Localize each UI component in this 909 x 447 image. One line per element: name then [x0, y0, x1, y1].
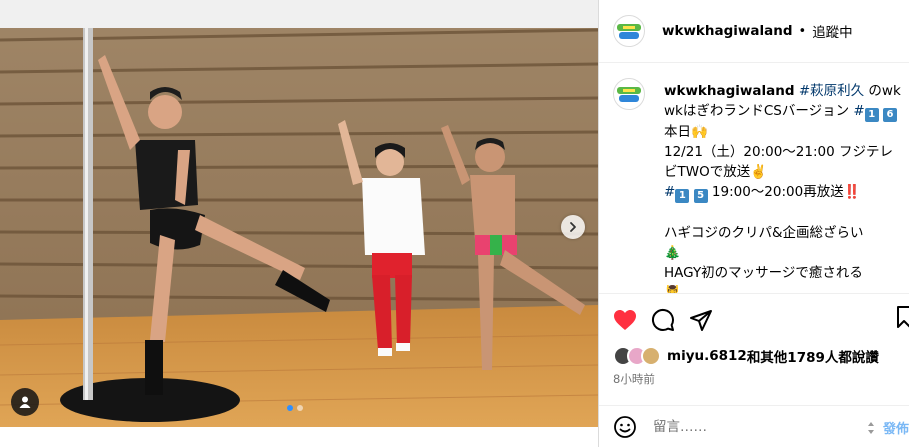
carousel-dot: [297, 405, 303, 411]
post-comment-control[interactable]: 發佈: [867, 418, 909, 437]
post-header: wkwkhagiwaland • 追蹤中: [599, 0, 909, 63]
emoji-icon: [614, 415, 636, 438]
avatar[interactable]: [613, 15, 645, 47]
follow-status[interactable]: 追蹤中: [812, 21, 853, 41]
avatar[interactable]: [613, 78, 645, 110]
caption-username[interactable]: wkwkhagiwaland: [664, 83, 795, 99]
caption-line: 💆‍♂️: [664, 285, 681, 294]
emoji-button[interactable]: [613, 415, 637, 439]
comment-input[interactable]: [653, 418, 853, 435]
bookmark-icon: [897, 306, 909, 328]
post-timestamp[interactable]: 8小時前: [613, 371, 655, 387]
keycap-icon: 6: [883, 108, 897, 122]
liker-username[interactable]: miyu.6812: [667, 348, 747, 364]
sort-arrows-icon: [868, 421, 874, 434]
post-actions: [613, 306, 909, 334]
hashtag-link[interactable]: #1 6: [853, 103, 897, 122]
account-logo-icon: [617, 24, 641, 39]
comment-button[interactable]: [651, 308, 675, 332]
post-photo: [0, 0, 598, 427]
like-button[interactable]: [613, 309, 637, 331]
caption-line: HAGY初のマッサージで癒される: [664, 265, 863, 281]
user-tag-icon: [19, 396, 31, 408]
heart-icon: [614, 310, 636, 330]
caption-text: wkwkhagiwaland #萩原利久 のwkwkはぎわランドCSバージョン …: [664, 81, 904, 294]
caption-line: 19:00～20:00再放送‼️: [707, 184, 861, 200]
header-username[interactable]: wkwkhagiwaland: [662, 23, 793, 39]
save-button[interactable]: [897, 306, 909, 328]
chevron-right-icon: [570, 222, 576, 232]
hash-symbol: #: [664, 184, 676, 200]
header-separator: •: [798, 23, 807, 39]
media-bottom-strip: [0, 427, 598, 447]
likes-count-text[interactable]: 和其他1789人都說讚: [747, 346, 879, 366]
carousel-next-button[interactable]: [561, 215, 585, 239]
carousel-indicator: [287, 405, 303, 411]
keycap-icon: 1: [675, 189, 690, 203]
caption-area: wkwkhagiwaland #萩原利久 のwkwkはぎわランドCSバージョン …: [599, 64, 909, 294]
caption-line: 🎄: [664, 245, 681, 261]
post-media[interactable]: [0, 0, 598, 447]
share-button[interactable]: [689, 308, 713, 332]
hash-symbol: #: [853, 103, 865, 119]
keycap-icon: 5: [693, 189, 708, 203]
caption-line: ハギコジのクリパ&企画総ざらい: [664, 225, 864, 241]
account-logo-icon: [617, 87, 641, 102]
caption-line: 12/21（土）20:00～21:00 フジテレビTWOで放送✌️: [664, 144, 894, 180]
post-comment-button[interactable]: 發佈: [883, 418, 909, 437]
avatar: [641, 346, 661, 366]
hashtag-link[interactable]: #萩原利久: [799, 83, 864, 99]
likes-summary[interactable]: miyu.6812 和其他1789人都說讚: [613, 346, 879, 366]
carousel-dot: [287, 405, 293, 411]
caption-line: 本日🙌: [664, 124, 708, 140]
tagged-users-button[interactable]: [11, 388, 39, 416]
keycap-icon: 1: [864, 108, 879, 122]
share-icon: [690, 310, 712, 331]
media-top-strip: [0, 0, 598, 28]
post-side-panel: wkwkhagiwaland • 追蹤中 wkwkhagiwaland #萩原利…: [598, 0, 909, 447]
comment-box: 發佈: [599, 405, 909, 447]
liker-avatars: [613, 346, 661, 366]
hashtag-link[interactable]: #1 5: [664, 184, 708, 203]
comment-icon: [651, 308, 674, 331]
